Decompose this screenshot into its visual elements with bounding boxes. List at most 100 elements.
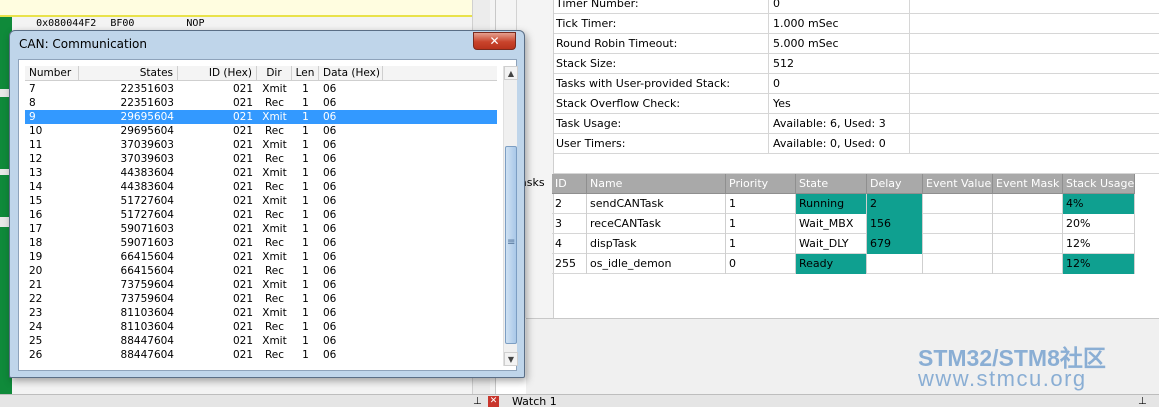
can-message-row[interactable]: 7 22351603 021 Xmit 1 06 — [25, 82, 497, 96]
task-row[interactable]: 4 dispTask 1 Wait_DLY 679 12% — [552, 234, 1135, 254]
can-cell-id: 021 — [232, 97, 253, 109]
column-header-dir[interactable]: Dir — [257, 66, 292, 81]
can-cell-number: 8 — [29, 97, 36, 109]
can-cell-number: 25 — [29, 335, 43, 347]
dialog-close-button[interactable]: ✕ — [473, 32, 516, 50]
can-message-row[interactable]: 22 73759604 021 Rec 1 06 — [25, 292, 497, 306]
can-message-row[interactable]: 21 73759604 021 Xmit 1 06 — [25, 278, 497, 292]
column-header-event-mask[interactable]: Event Mask — [993, 174, 1063, 194]
column-header-priority[interactable]: Priority — [726, 174, 796, 194]
column-header-name[interactable]: Name — [587, 174, 726, 194]
can-message-row[interactable]: 15 51727604 021 Xmit 1 06 — [25, 194, 497, 208]
can-message-row[interactable]: 16 51727604 021 Rec 1 06 — [25, 208, 497, 222]
can-cell-id: 021 — [232, 293, 253, 305]
can-message-row[interactable]: 8 22351603 021 Rec 1 06 — [25, 96, 497, 110]
info-row[interactable]: Tasks with User-provided Stack: 0 — [554, 74, 1159, 94]
can-list-scrollbar[interactable]: ▲ ≡ ▼ — [503, 66, 518, 366]
info-row[interactable]: User Timers: Available: 0, Used: 0 — [554, 134, 1159, 154]
can-cell-len: 1 — [302, 97, 309, 109]
can-message-row[interactable]: 13 44383604 021 Xmit 1 06 — [25, 166, 497, 180]
can-cell-len: 1 — [302, 223, 309, 235]
can-cell-dir: Xmit — [262, 167, 287, 179]
task-cell-event-mask — [993, 214, 1063, 234]
can-message-row[interactable]: 11 37039603 021 Xmit 1 06 — [25, 138, 497, 152]
can-message-row[interactable]: 17 59071603 021 Xmit 1 06 — [25, 222, 497, 236]
task-cell-delay — [867, 254, 923, 274]
task-cell-priority: 0 — [726, 254, 796, 274]
can-message-row[interactable]: 9 29695604 021 Xmit 1 06 — [25, 110, 497, 124]
scroll-up-icon[interactable]: ▲ — [504, 66, 518, 80]
column-header-id[interactable]: ID — [552, 174, 587, 194]
can-message-row[interactable]: 23 81103604 021 Xmit 1 06 — [25, 306, 497, 320]
column-header-number[interactable]: Number — [25, 66, 79, 81]
can-message-row[interactable]: 20 66415604 021 Rec 1 06 — [25, 264, 497, 278]
can-cell-number: 22 — [29, 293, 43, 305]
info-row[interactable]: Tick Timer: 1.000 mSec — [554, 14, 1159, 34]
task-cell-event-mask — [993, 254, 1063, 274]
task-cell-priority: 1 — [726, 194, 796, 214]
can-message-row[interactable]: 18 59071603 021 Rec 1 06 — [25, 236, 497, 250]
task-cell-stack-usage: 4% — [1063, 194, 1135, 214]
can-cell-dir: Xmit — [262, 335, 287, 347]
close-icon[interactable]: ✕ — [488, 396, 499, 407]
column-header-len[interactable]: Len — [292, 66, 319, 81]
can-cell-len: 1 — [302, 139, 309, 151]
can-cell-id: 021 — [232, 321, 253, 333]
can-cell-id: 021 — [232, 209, 253, 221]
pin-icon[interactable]: ⊥ — [1138, 396, 1147, 407]
task-cell-stack-usage: 12% — [1063, 254, 1135, 274]
info-value: Available: 6, Used: 3 — [773, 117, 886, 130]
column-header-event-value[interactable]: Event Value — [923, 174, 993, 194]
can-message-row[interactable]: 25 88447604 021 Xmit 1 06 — [25, 334, 497, 348]
column-header-delay[interactable]: Delay — [867, 174, 923, 194]
can-message-row[interactable]: 12 37039603 021 Rec 1 06 — [25, 152, 497, 166]
can-communication-dialog: CAN: Communication ✕ Number States ID (H… — [9, 30, 525, 378]
column-header-stack-usage[interactable]: Stack Usage — [1063, 174, 1135, 194]
pin-icon[interactable]: ⊥ — [473, 396, 482, 407]
info-row[interactable]: Round Robin Timeout: 5.000 mSec — [554, 34, 1159, 54]
task-row[interactable]: 2 sendCANTask 1 Running 2 4% — [552, 194, 1135, 214]
can-cell-data: 06 — [323, 223, 337, 235]
column-header-id[interactable]: ID (Hex) — [178, 66, 257, 81]
can-cell-dir: Xmit — [262, 307, 287, 319]
can-cell-data: 06 — [323, 209, 337, 221]
task-row[interactable]: 255 os_idle_demon 0 Ready 12% — [552, 254, 1135, 274]
can-message-row[interactable]: 26 88447604 021 Rec 1 06 — [25, 348, 497, 362]
can-cell-len: 1 — [302, 335, 309, 347]
can-cell-states: 66415604 — [120, 265, 174, 277]
scroll-down-icon[interactable]: ▼ — [504, 352, 518, 366]
can-message-row[interactable]: 19 66415604 021 Xmit 1 06 — [25, 250, 497, 264]
column-header-state[interactable]: State — [796, 174, 867, 194]
can-message-row[interactable]: 14 44383604 021 Rec 1 06 — [25, 180, 497, 194]
can-cell-number: 19 — [29, 251, 43, 263]
column-header-states[interactable]: States — [79, 66, 178, 81]
info-row[interactable]: Stack Size: 512 — [554, 54, 1159, 74]
info-row[interactable]: Task Usage: Available: 6, Used: 3 — [554, 114, 1159, 134]
info-row[interactable]: Timer Number: 0 — [554, 0, 1159, 14]
can-cell-number: 15 — [29, 195, 43, 207]
bottom-dock-bar: ⊥ ✕ Watch 1 ⊥ — [0, 394, 1159, 408]
can-cell-len: 1 — [302, 321, 309, 333]
can-cell-id: 021 — [232, 251, 253, 263]
task-cell-event-value — [923, 214, 993, 234]
can-cell-number: 17 — [29, 223, 43, 235]
tab-watch-1[interactable]: Watch 1 — [512, 395, 557, 408]
can-cell-states: 22351603 — [120, 97, 174, 109]
can-cell-states: 44383604 — [120, 167, 174, 179]
can-message-row[interactable]: 10 29695604 021 Rec 1 06 — [25, 124, 497, 138]
can-cell-dir: Xmit — [262, 279, 287, 291]
can-list-header: Number States ID (Hex) Dir Len Data (Hex… — [25, 66, 497, 81]
can-cell-dir: Rec — [264, 125, 285, 137]
can-cell-dir: Rec — [264, 181, 285, 193]
can-message-row[interactable]: 24 81103604 021 Rec 1 06 — [25, 320, 497, 334]
can-list-view: Number States ID (Hex) Dir Len Data (Hex… — [18, 59, 518, 371]
disassembly-current-line[interactable]: 0x080044F2 BF00 NOP — [0, 0, 472, 29]
can-cell-data: 06 — [323, 349, 337, 361]
info-value: Available: 0, Used: 0 — [773, 137, 886, 150]
can-cell-states: 44383604 — [120, 181, 174, 193]
column-header-data[interactable]: Data (Hex) — [319, 66, 383, 81]
info-row[interactable]: Stack Overflow Check: Yes — [554, 94, 1159, 114]
task-cell-event-value — [923, 254, 993, 274]
task-row[interactable]: 3 receCANTask 1 Wait_MBX 156 20% — [552, 214, 1135, 234]
info-value: 5.000 mSec — [773, 37, 839, 50]
